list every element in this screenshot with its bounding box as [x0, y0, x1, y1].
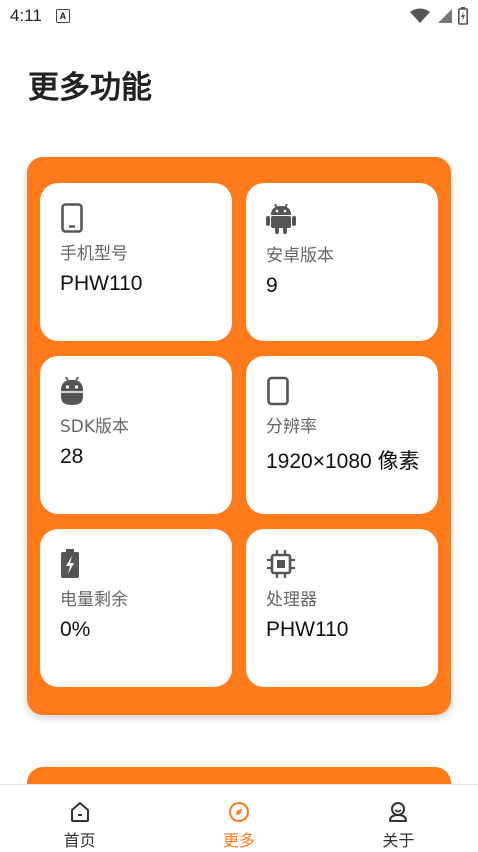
nav-label-about: 关于 — [382, 831, 415, 850]
phone-icon — [61, 203, 83, 233]
battery-charging-icon — [61, 549, 79, 578]
card-label: 电量剩余 — [60, 590, 128, 610]
battery-icon — [458, 7, 468, 25]
signal-icon — [438, 9, 452, 23]
device-info-panel: 手机型号 PHW110 安卓版本 9 SDK版本 28 分辨率 1920×108… — [27, 157, 451, 715]
android-head-icon — [61, 376, 83, 405]
nav-item-about[interactable]: 关于 — [319, 785, 478, 852]
card-processor: 处理器 PHW110 — [246, 529, 438, 687]
card-sdk-version: SDK版本 28 — [40, 356, 232, 514]
android-icon — [266, 203, 296, 234]
page-title: 更多功能 — [28, 70, 152, 106]
card-value: 1920×1080 像素 — [266, 450, 420, 473]
card-label: 安卓版本 — [266, 246, 334, 266]
card-value: 28 — [60, 445, 84, 468]
app-notification-icon: A — [55, 9, 70, 23]
nav-label-more: 更多 — [222, 831, 255, 850]
card-android-version: 安卓版本 9 — [246, 183, 438, 341]
card-value: PHW110 — [266, 618, 349, 641]
status-bar: 4:11 A — [0, 0, 478, 32]
nav-label-home: 首页 — [63, 831, 96, 850]
processor-icon — [267, 550, 295, 578]
status-right — [410, 7, 468, 25]
nav-item-more[interactable]: 更多 — [159, 785, 318, 852]
card-label: 分辨率 — [266, 417, 317, 437]
person-icon — [389, 802, 408, 822]
card-value: 0% — [60, 618, 91, 641]
card-value: PHW110 — [60, 272, 143, 295]
status-time: 4:11 — [10, 6, 42, 25]
card-label: 处理器 — [266, 590, 317, 610]
home-icon — [70, 802, 89, 822]
compass-icon — [228, 802, 249, 822]
card-resolution: 分辨率 1920×1080 像素 — [246, 356, 438, 514]
card-value: 9 — [266, 274, 278, 297]
card-label: 手机型号 — [60, 244, 128, 264]
wifi-icon — [410, 8, 430, 23]
card-label: SDK版本 — [60, 417, 130, 437]
screen-icon — [267, 376, 289, 406]
card-phone-model: 手机型号 PHW110 — [40, 183, 232, 341]
nav-item-home[interactable]: 首页 — [0, 785, 159, 852]
bottom-navigation: 首页 更多 关于 — [0, 784, 478, 852]
status-left: 4:11 A — [10, 6, 70, 26]
card-battery: 电量剩余 0% — [40, 529, 232, 687]
